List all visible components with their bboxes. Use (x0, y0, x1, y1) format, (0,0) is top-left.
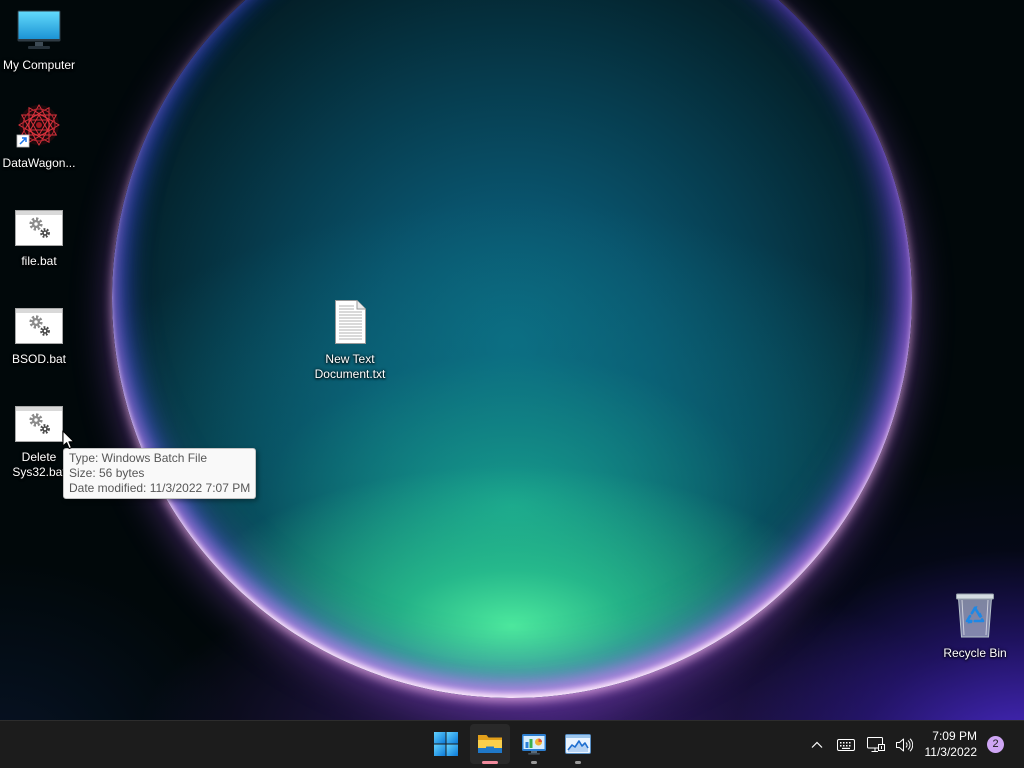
computer-icon (17, 10, 61, 49)
desktop-icon-label: file.bat (21, 254, 57, 268)
desktop-icon-datawagon[interactable]: DataWagon... (0, 102, 78, 171)
active-indicator (482, 761, 498, 764)
clock-date-button[interactable]: 7:09 PM 11/3/2022 (915, 728, 978, 760)
touch-keyboard-button[interactable] (834, 732, 858, 758)
icon-image (311, 298, 389, 346)
file-info-tooltip: Type: Windows Batch File Size: 56 bytes … (63, 448, 257, 499)
running-indicator (575, 761, 581, 764)
batch-file-icon (15, 308, 63, 344)
icon-image (0, 200, 78, 248)
tooltip-size: Size: 56 bytes (69, 466, 145, 480)
desktop-icon-label: BSOD.bat (11, 352, 67, 366)
tooltip-type: Type: Windows Batch File (69, 451, 208, 465)
tooltip-date-modified: Date modified: 11/3/2022 7:07 PM (69, 481, 251, 495)
control-panel-button[interactable] (514, 724, 554, 764)
desktop-icon-file-bat[interactable]: file.bat (0, 200, 78, 269)
icon-image (0, 102, 78, 150)
text-document-icon (335, 300, 366, 344)
task-manager-icon (565, 734, 591, 754)
notification-badge[interactable]: 2 (987, 736, 1004, 753)
keyboard-icon (837, 739, 855, 751)
file-explorer-icon (478, 735, 502, 753)
file-explorer-button[interactable] (470, 724, 510, 764)
clock-time: 7:09 PM (932, 729, 977, 743)
icon-image (936, 592, 1014, 640)
desktop-icon-label: My Computer (2, 58, 76, 72)
chevron-up-icon (811, 741, 823, 748)
mouse-cursor (62, 430, 75, 450)
network-icon (867, 737, 885, 752)
desktop-icon-new-text-document[interactable]: New Text Document.txt (311, 298, 389, 382)
wallpaper-bloom-sphere (112, 0, 912, 698)
start-button[interactable] (426, 724, 466, 764)
icon-image (0, 4, 78, 52)
desktop-icon-my-computer[interactable]: My Computer (0, 4, 78, 73)
taskbar: 7:09 PM 11/3/2022 2 (0, 720, 1024, 768)
batch-file-icon (15, 406, 63, 442)
running-indicator (531, 761, 537, 764)
desktop-icon-recycle-bin[interactable]: Recycle Bin (936, 592, 1014, 661)
quick-settings-button[interactable] (866, 732, 914, 758)
volume-icon (896, 738, 913, 752)
batch-file-icon (15, 210, 63, 246)
task-manager-button[interactable] (558, 724, 598, 764)
shortcut-arrow-icon (16, 134, 30, 148)
desktop-icon-label: Recycle Bin (943, 646, 1007, 660)
desktop-icon-label: New Text Document.txt (314, 352, 386, 381)
wallpaper (0, 0, 1024, 768)
control-panel-icon (522, 734, 546, 755)
icon-image (0, 298, 78, 346)
recycle-bin-icon (956, 593, 994, 638)
show-hidden-icons-button[interactable] (805, 732, 829, 758)
datawagon-app-icon (16, 103, 61, 148)
desktop-screen: My Computer DataWagon... file.bat BSOD.b… (0, 0, 1024, 768)
desktop-icon-bsod-bat[interactable]: BSOD.bat (0, 298, 78, 367)
clock-date: 11/3/2022 (924, 745, 978, 759)
desktop-icon-label: DataWagon... (2, 156, 76, 170)
windows-start-icon (434, 732, 458, 756)
